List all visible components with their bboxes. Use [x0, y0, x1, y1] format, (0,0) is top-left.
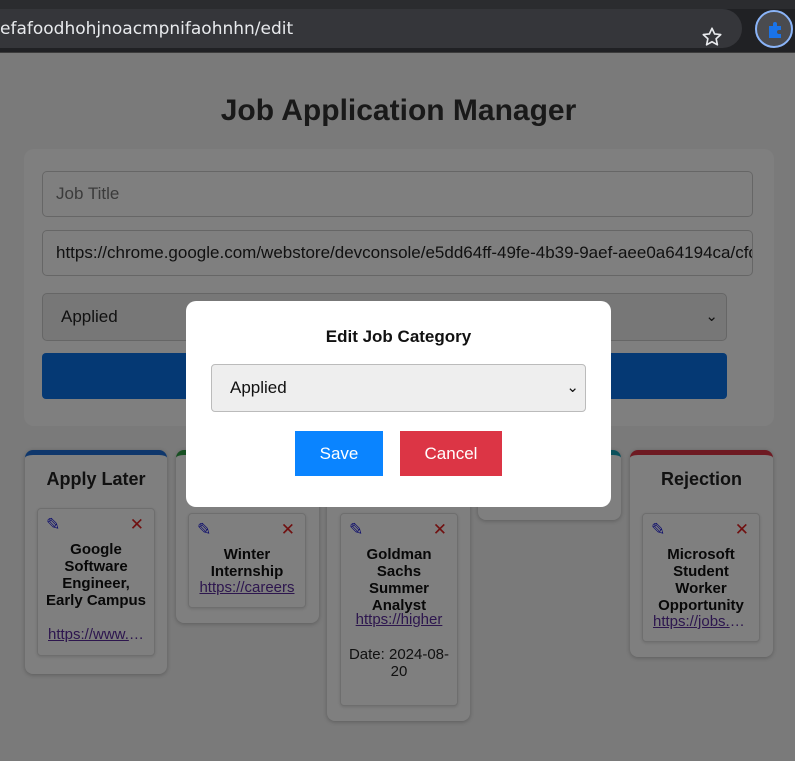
url-text[interactable]: efafoodhohjnoacmpnifaohnhn/edit — [0, 19, 293, 39]
edit-category-modal: Edit Job Category Applied ⌄ Save Cancel — [186, 301, 611, 507]
star-icon[interactable] — [701, 26, 723, 48]
address-bar[interactable]: efafoodhohjnoacmpnifaohnhn/edit — [0, 9, 742, 48]
modal-select-value: Applied — [230, 378, 287, 397]
browser-toolbar: efafoodhohjnoacmpnifaohnhn/edit — [0, 0, 795, 53]
puzzle-icon[interactable] — [755, 10, 793, 48]
cancel-button[interactable]: Cancel — [400, 431, 502, 476]
chevron-down-icon: ⌄ — [566, 379, 579, 396]
modal-category-select[interactable]: Applied ⌄ — [211, 364, 586, 412]
modal-title: Edit Job Category — [325, 327, 472, 346]
tab-strip — [0, 0, 795, 9]
save-button[interactable]: Save — [295, 431, 383, 476]
